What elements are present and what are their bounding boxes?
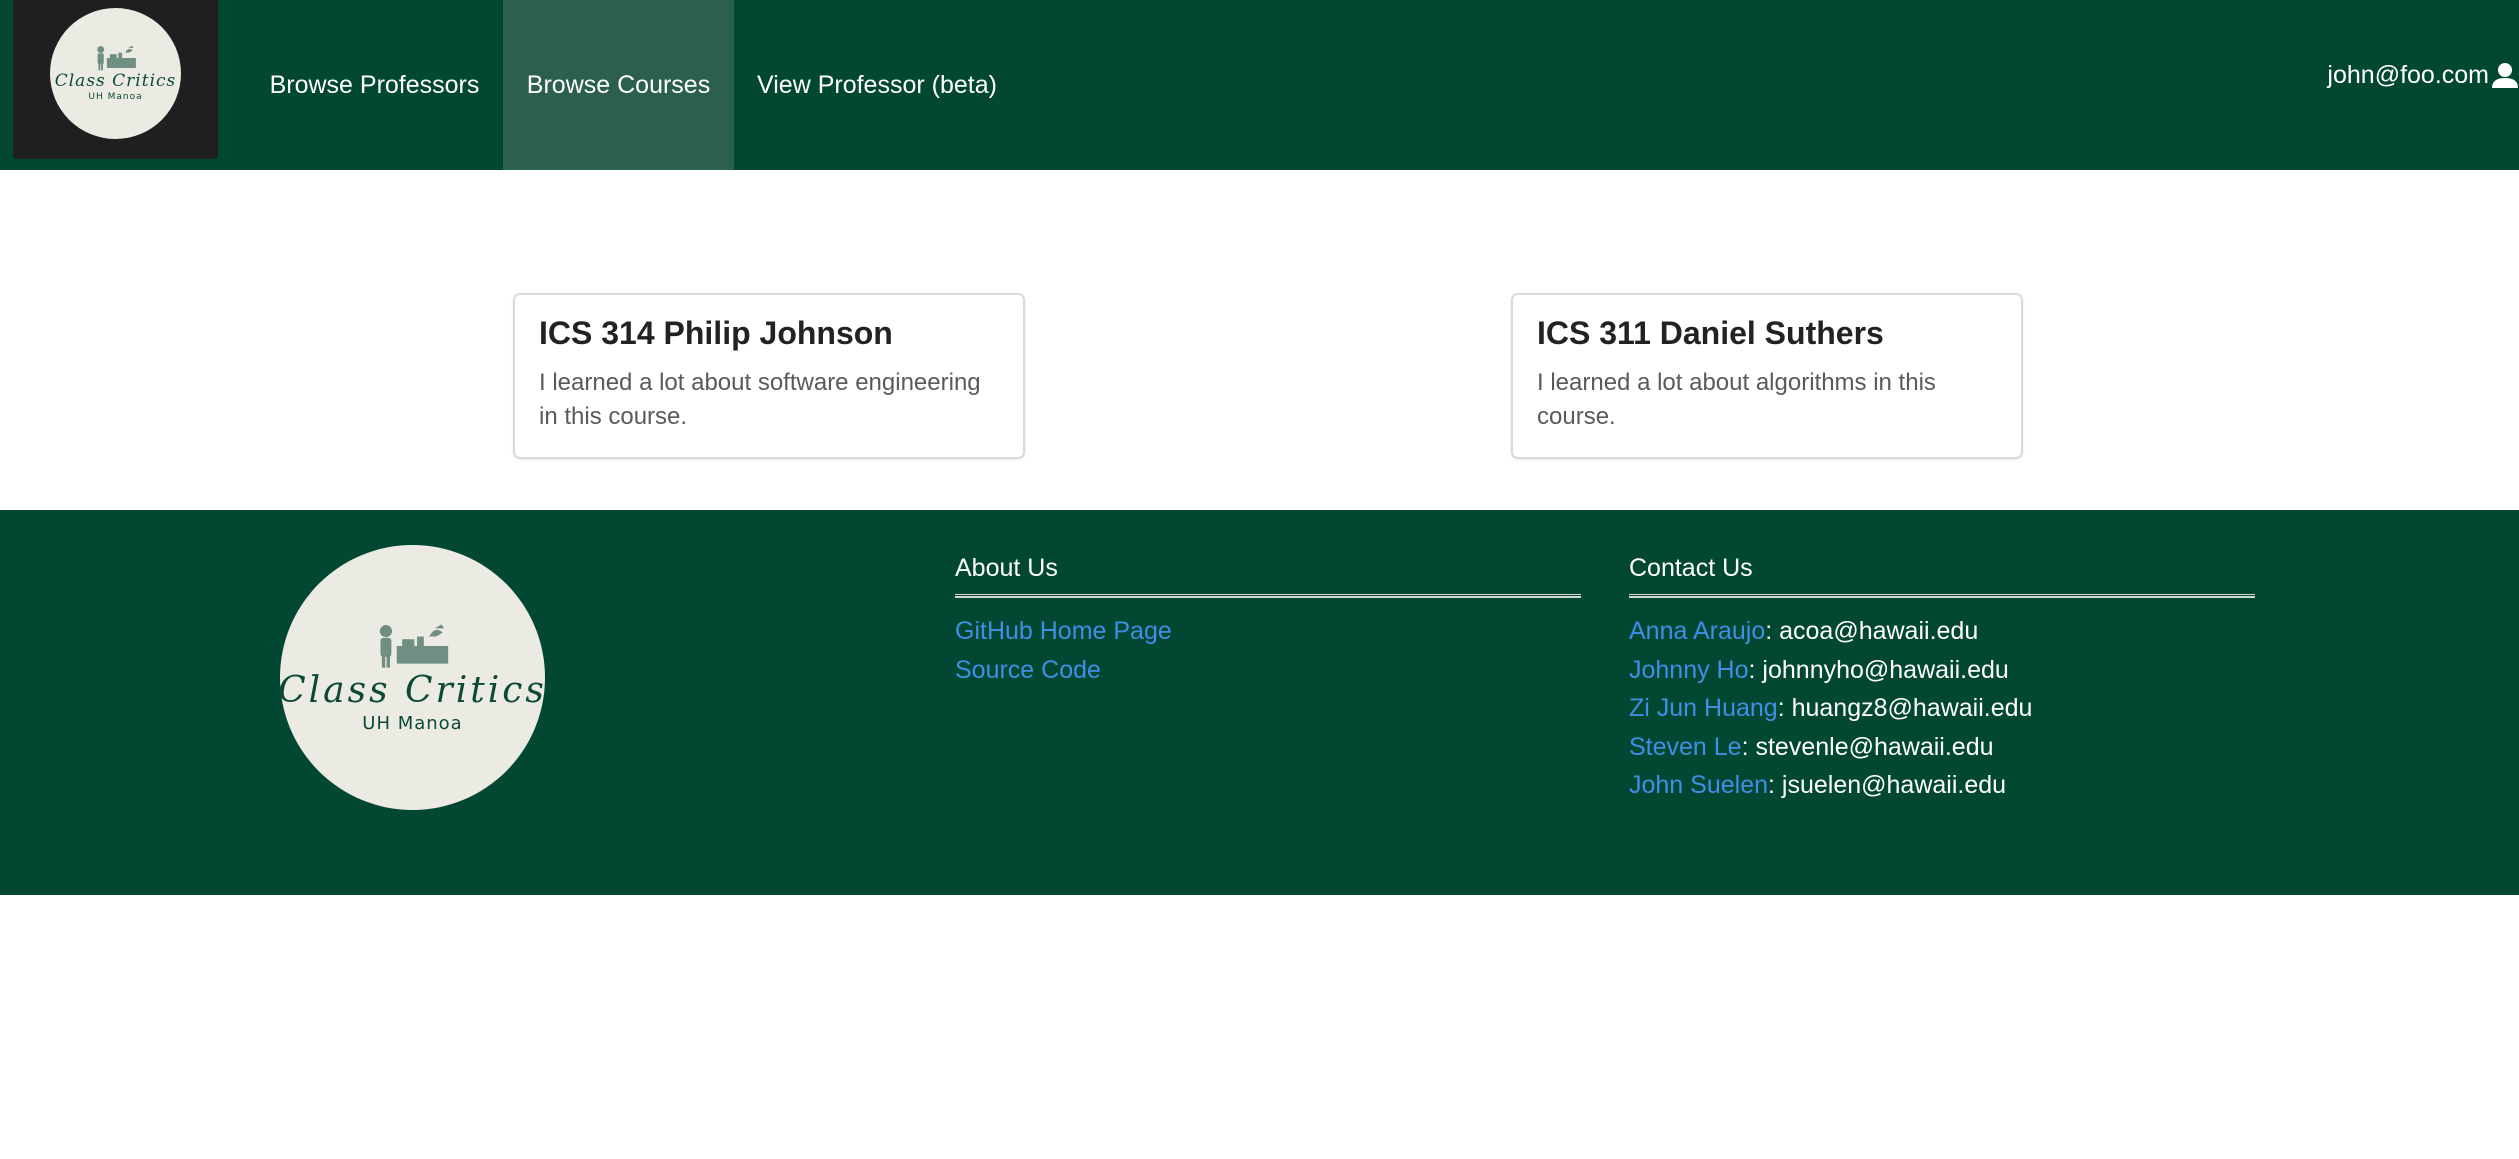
review-card[interactable]: ICS 311 Daniel Suthers I learned a lot a… bbox=[1511, 293, 2023, 459]
contact-email: : jsuelen@hawaii.edu bbox=[1768, 771, 2007, 799]
navbar-logo-link[interactable]: Class Critics UH Manoa bbox=[13, 0, 218, 159]
user-email: john@foo.com bbox=[2327, 60, 2489, 89]
contact-name-link[interactable]: Zi Jun Huang bbox=[1629, 694, 1778, 722]
footer-logo-subtitle: UH Manoa bbox=[362, 712, 463, 734]
nav-view-professor-beta[interactable]: View Professor (beta) bbox=[749, 0, 1005, 170]
contact-item: Zi Jun Huang: huangz8@hawaii.edu bbox=[1629, 689, 2255, 728]
nav-browse-professors[interactable]: Browse Professors bbox=[255, 0, 494, 170]
review-card-title: ICS 314 Philip Johnson bbox=[539, 315, 893, 351]
review-card-text: I learned a lot about software engineeri… bbox=[539, 368, 981, 430]
desk-figure-icon bbox=[96, 45, 136, 71]
footer-logo-title: Class Critics bbox=[278, 669, 547, 711]
about-us-section: About Us GitHub Home Page Source Code bbox=[955, 542, 1581, 689]
contact-name-link[interactable]: Anna Araujo bbox=[1629, 617, 1765, 645]
footer-logo: Class Critics UH Manoa bbox=[278, 545, 547, 810]
navbar-logo-subtitle: UH Manoa bbox=[88, 92, 143, 102]
contact-us-divider bbox=[1629, 594, 2255, 598]
contact-email: : huangz8@hawaii.edu bbox=[1777, 694, 2033, 722]
review-card-title: ICS 311 Daniel Suthers bbox=[1537, 315, 1884, 351]
top-navbar: Class Critics UH Manoa Browse Professors… bbox=[0, 0, 2519, 170]
contact-name-link[interactable]: John Suelen bbox=[1629, 771, 1768, 799]
contact-item: Steven Le: stevenle@hawaii.edu bbox=[1629, 728, 2255, 767]
contact-item: Johnny Ho: johnnyho@hawaii.edu bbox=[1629, 651, 2255, 690]
contact-item: John Suelen: jsuelen@hawaii.edu bbox=[1629, 766, 2255, 805]
contact-item: Anna Araujo: acoa@hawaii.edu bbox=[1629, 612, 2255, 651]
desk-figure-icon bbox=[379, 623, 448, 668]
source-code-link[interactable]: Source Code bbox=[955, 656, 1101, 684]
github-home-page-link[interactable]: GitHub Home Page bbox=[955, 617, 1172, 645]
contact-name-link[interactable]: Johnny Ho bbox=[1629, 656, 1749, 684]
review-card[interactable]: ICS 314 Philip Johnson I learned a lot a… bbox=[513, 293, 1025, 459]
contact-email: : acoa@hawaii.edu bbox=[1765, 617, 1979, 645]
site-footer: Class Critics UH Manoa About Us GitHub H… bbox=[0, 510, 2519, 895]
contact-email: : johnnyho@hawaii.edu bbox=[1748, 655, 2009, 684]
user-menu[interactable]: john@foo.com bbox=[2327, 0, 2519, 150]
review-card-text: I learned a lot about algorithms in this… bbox=[1537, 368, 1936, 430]
contact-name-link[interactable]: Steven Le bbox=[1629, 733, 1742, 761]
navbar-logo-title: Class Critics bbox=[54, 71, 177, 91]
contact-us-heading: Contact Us bbox=[1629, 554, 1753, 582]
contact-us-section: Contact Us Anna Araujo: acoa@hawaii.edu … bbox=[1629, 542, 2255, 805]
about-us-heading: About Us bbox=[955, 554, 1058, 582]
nav-browse-courses[interactable]: Browse Courses bbox=[503, 0, 734, 170]
contact-email: : stevenle@hawaii.edu bbox=[1741, 732, 1994, 761]
about-us-divider bbox=[955, 594, 1581, 598]
navbar-logo: Class Critics UH Manoa bbox=[50, 8, 181, 139]
user-icon bbox=[2492, 63, 2518, 88]
